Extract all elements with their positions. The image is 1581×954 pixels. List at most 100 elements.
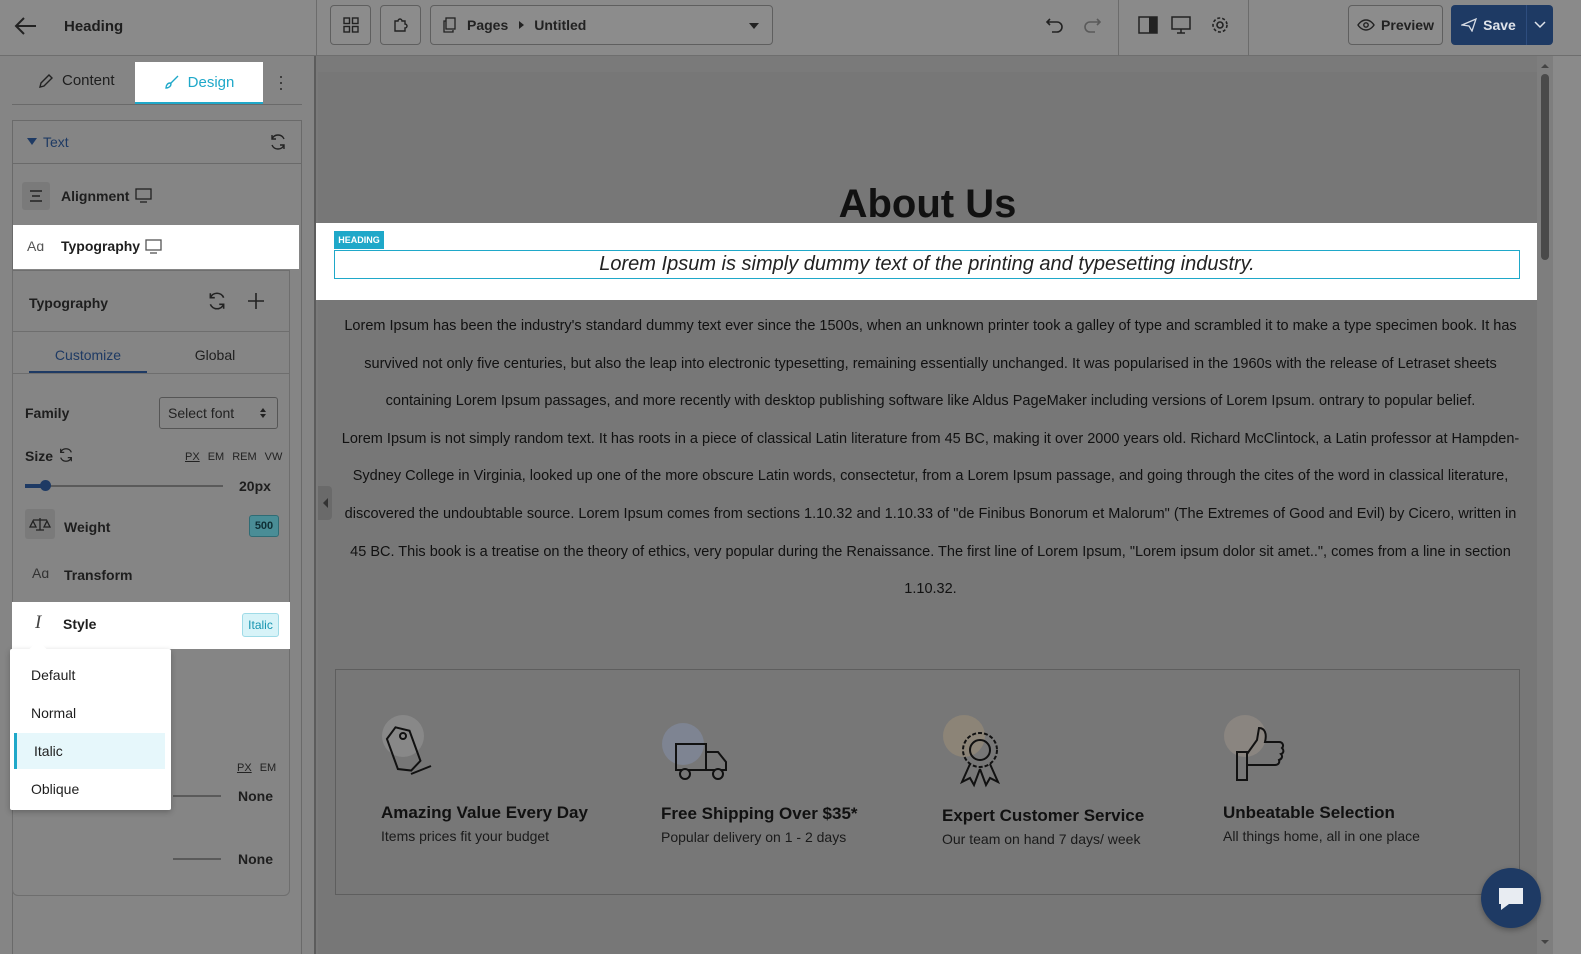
typography-popover-title: Typography xyxy=(29,295,109,311)
divider xyxy=(1118,0,1119,56)
breadcrumb-page: Untitled xyxy=(534,17,587,33)
left-panel: Content Design ⋯ Text Alignment Aɑ Typog… xyxy=(0,56,316,954)
size-slider-thumb[interactable] xyxy=(39,480,51,491)
send-icon xyxy=(1461,18,1478,32)
selection-outline: Lorem Ipsum is simply dummy text of the … xyxy=(334,250,1520,279)
panel-toggle-icon[interactable] xyxy=(1138,16,1158,34)
typography-row[interactable]: Aɑ Typography xyxy=(13,225,299,269)
unit-em[interactable]: EM xyxy=(260,762,277,774)
tab-global[interactable]: Global xyxy=(153,341,277,373)
tab-customize[interactable]: Customize xyxy=(29,341,147,373)
feature-subtitle: Items prices fit your budget xyxy=(381,828,550,844)
reset-icon[interactable] xyxy=(207,291,227,311)
para-line: Lorem Ipsum has been the industry's stan… xyxy=(344,318,1517,334)
para-line: Lorem Ipsum is not simply random text. I… xyxy=(341,430,1520,447)
style-option-default[interactable]: Default xyxy=(10,657,171,693)
style-option-oblique[interactable]: Oblique xyxy=(10,771,171,807)
back-arrow-icon[interactable] xyxy=(14,16,38,36)
preview-label: Preview xyxy=(1381,17,1434,33)
size-slider-track[interactable] xyxy=(25,485,223,487)
scrollbar-thumb[interactable] xyxy=(1541,74,1549,260)
letter-spacing-value: None xyxy=(238,851,273,867)
price-tag-icon xyxy=(382,715,432,775)
subheading-text[interactable]: Lorem Ipsum is simply dummy text of the … xyxy=(335,251,1519,276)
para-line: discovered the undoubtable source. Lorem… xyxy=(344,505,1517,522)
tab-design[interactable]: Design xyxy=(135,62,263,104)
transform-label: Transform xyxy=(64,567,133,583)
feature-subtitle: Popular delivery on 1 - 2 days xyxy=(661,829,847,845)
chat-button[interactable] xyxy=(1481,868,1541,928)
typography-aa-icon: Aɑ xyxy=(27,238,45,254)
weight-badge[interactable]: 500 xyxy=(249,515,279,537)
eye-icon xyxy=(1357,19,1375,31)
style-option-italic[interactable]: Italic xyxy=(14,733,165,769)
feature-title: Unbeatable Selection xyxy=(1223,803,1395,822)
scrollbar[interactable] xyxy=(1537,56,1553,954)
style-option-normal[interactable]: Normal xyxy=(10,695,171,731)
slider-track[interactable] xyxy=(173,795,221,797)
chat-icon xyxy=(1499,888,1523,910)
redo-icon[interactable] xyxy=(1082,15,1102,35)
gear-icon[interactable] xyxy=(1210,15,1230,35)
size-value: 20px xyxy=(239,478,271,494)
para-line: containing Lorem Ipsum passages, and mor… xyxy=(385,393,1476,410)
divider xyxy=(1248,0,1249,56)
unit-vw[interactable]: VW xyxy=(265,451,283,463)
canvas-top-strip xyxy=(318,56,1581,72)
plus-icon[interactable] xyxy=(247,292,265,310)
feature-subtitle: All things home, all in one place xyxy=(1223,828,1420,844)
divider xyxy=(12,104,302,105)
style-badge[interactable]: Italic xyxy=(242,613,279,637)
tab-content[interactable]: Content xyxy=(38,72,115,89)
unit-em[interactable]: EM xyxy=(208,451,225,463)
more-options-icon[interactable]: ⋯ xyxy=(271,74,291,92)
breadcrumb-pages: Pages xyxy=(467,17,509,33)
element-title: Heading xyxy=(64,18,124,35)
lower-units: PX EM xyxy=(237,762,276,774)
selected-heading-block[interactable]: HEADING Lorem Ipsum is simply dummy text… xyxy=(316,223,1537,300)
font-family-select[interactable]: Select font xyxy=(159,397,278,429)
divider xyxy=(13,331,289,332)
features-section: Amazing Value Every Day Items prices fit… xyxy=(335,669,1520,895)
style-row[interactable]: I Style Italic xyxy=(12,602,290,649)
truck-icon xyxy=(662,723,727,780)
caret-down-icon xyxy=(27,138,37,145)
divider xyxy=(316,0,317,56)
brush-icon xyxy=(164,75,179,89)
feature-subtitle: Our team on hand 7 days/ week xyxy=(942,831,1141,847)
undo-icon[interactable] xyxy=(1045,15,1065,35)
alignment-label: Alignment xyxy=(61,188,130,204)
page-heading[interactable]: About Us xyxy=(318,182,1537,227)
save-button[interactable]: Save xyxy=(1451,5,1526,45)
save-options-button[interactable] xyxy=(1527,5,1553,45)
canvas-right-margin xyxy=(1553,56,1581,954)
para-line: 1.10.32. xyxy=(904,581,957,598)
tab-content-label: Content xyxy=(62,72,115,89)
plugins-button[interactable] xyxy=(380,5,421,45)
desktop-icon[interactable] xyxy=(1171,16,1191,34)
scroll-up-icon xyxy=(1541,64,1549,68)
align-center-icon xyxy=(22,182,50,210)
unit-px[interactable]: PX xyxy=(237,762,252,774)
grid-icon xyxy=(342,17,359,33)
text-section-title: Text xyxy=(43,134,69,150)
text-section-header[interactable]: Text xyxy=(12,120,302,164)
weight-label: Weight xyxy=(64,519,111,535)
unit-px[interactable]: PX xyxy=(185,451,200,463)
slider-track[interactable] xyxy=(173,858,221,860)
pencil-icon xyxy=(39,73,53,88)
line-height-value: None xyxy=(238,788,273,804)
feature-title: Expert Customer Service xyxy=(942,806,1145,825)
unit-rem[interactable]: REM xyxy=(232,451,256,463)
feature-title: Free Shipping Over $35* xyxy=(661,804,858,823)
reset-icon xyxy=(271,134,285,150)
style-label: Style xyxy=(63,616,97,632)
body-paragraph: Lorem Ipsum has been the industry's stan… xyxy=(328,308,1533,609)
layers-grid-button[interactable] xyxy=(330,5,371,45)
weight-icon xyxy=(25,509,55,539)
preview-button[interactable]: Preview xyxy=(1348,5,1443,45)
divider xyxy=(13,373,289,374)
heading-badge: HEADING xyxy=(334,231,384,249)
page-selector[interactable]: Pages Untitled xyxy=(430,5,773,45)
reset-icon[interactable] xyxy=(58,447,74,463)
